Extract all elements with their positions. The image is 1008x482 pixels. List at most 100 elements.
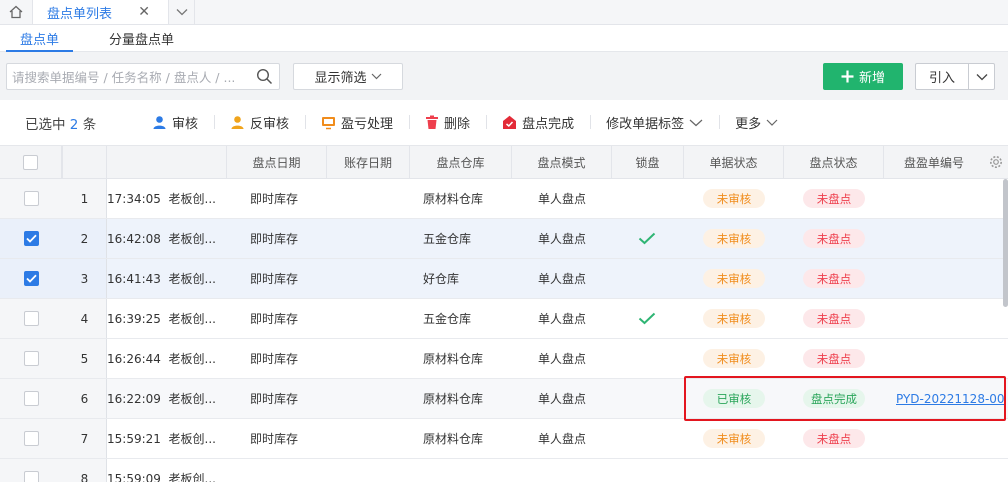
frozen-cells: 8 [0,459,107,482]
approve-button[interactable]: 审核 [136,113,214,132]
doc-status-cell: 已审核 [684,379,784,418]
row-mode: 单人盘点 [538,352,587,366]
import-button[interactable]: 引入 [915,63,995,90]
tab-dropdown-chevron-down-icon[interactable] [169,0,195,24]
house-check-icon [503,115,517,129]
profit-doc-link-cell: PYD-20221128-000 [896,379,1004,418]
row-check-cell [0,299,62,338]
col-header-mode[interactable]: 盘点模式 [512,146,612,178]
subtab-inventory-doc[interactable]: 盘点单 [5,25,74,52]
row-mode: 单人盘点 [538,312,587,326]
row-warehouse: 原材料仓库 [423,352,484,366]
frozen-cells: 5 [0,339,107,378]
row-inventory-date: 即时库存 [250,392,299,406]
import-label: 引入 [916,64,969,89]
search-input[interactable]: 请搜索单据编号 / 任务名称 / 盘点人 / ... [6,62,280,90]
complete-inventory-button[interactable]: 盘点完成 [486,113,590,132]
trash-icon [426,115,439,129]
profit-loss-button[interactable]: 盈亏处理 [305,113,409,132]
frozen-header [0,146,107,178]
selection-info: 已选中 2 条 [0,113,136,133]
row-checkbox[interactable] [23,231,39,246]
row-checkbox[interactable] [23,351,39,366]
row-time-creator: 16:39:25 老板创... [107,299,227,338]
unapprove-label: 反审核 [250,117,290,132]
row-time: 16:22:09 [107,391,161,406]
row-time-creator: 15:59:21 老板创... [107,419,227,458]
table-row[interactable]: 1 17:34:05 老板创... 即时库存 原材料仓库 单人盘点 未审核 未盘点 [0,179,1008,219]
row-checkbox[interactable] [23,311,39,326]
frozen-cells: 2 [0,219,107,258]
frozen-cells: 3 [0,259,107,298]
select-all-checkbox[interactable] [23,154,38,170]
profit-doc-link[interactable]: PYD-20221128-000 [896,392,1004,406]
delete-button[interactable]: 删除 [409,113,486,132]
row-time-creator: 16:26:44 老板创... [107,339,227,378]
col-header-inventory-status[interactable]: 盘点状态 [784,146,884,178]
col-header-warehouse[interactable]: 盘点仓库 [410,146,512,178]
table-row[interactable]: 5 16:26:44 老板创... 即时库存 原材料仓库 单人盘点 未审核 未盘点 [0,339,1008,379]
col-header-inventory-date[interactable]: 盘点日期 [227,146,327,178]
chevron-down-icon [371,73,381,79]
row-index: 1 [80,191,89,206]
table-body: 1 17:34:05 老板创... 即时库存 原材料仓库 单人盘点 未审核 未盘点 2 16:4… [0,179,1008,482]
col-header-profit-no[interactable]: 盘盈单编号 [884,146,984,178]
row-warehouse: 五金仓库 [423,232,472,246]
column-settings-gear-icon[interactable] [984,146,1008,178]
doc-status-badge: 未审核 [703,349,765,368]
user-reverse-icon [231,116,244,129]
inventory-status-badge: 未盘点 [803,269,865,288]
frozen-cells: 6 [0,379,107,418]
table-row[interactable]: 3 16:41:43 老板创... 即时库存 好仓库 单人盘点 未审核 未盘点 [0,259,1008,299]
inventory-status-badge: 未盘点 [803,349,865,368]
row-checkbox[interactable] [23,271,39,286]
doc-status-cell: 未审核 [684,179,784,218]
selected-suffix: 条 [82,116,97,133]
search-icon[interactable] [256,68,273,89]
col-header-lock[interactable]: 锁盘 [612,146,684,178]
doc-status-cell: 未审核 [684,339,784,378]
table-row[interactable]: 8 15:59:09 老板创... [0,459,1008,482]
lock-check-icon [638,219,656,258]
monitor-icon [322,117,336,130]
index-header [62,146,107,178]
row-time-creator: 16:41:43 老板创... [107,259,227,298]
unapprove-button[interactable]: 反审核 [214,113,305,132]
row-index: 8 [80,471,89,482]
row-index: 5 [80,351,89,366]
row-check-cell [0,419,62,458]
close-icon[interactable]: ✕ [138,4,150,20]
add-new-button[interactable]: 新增 [823,63,903,90]
row-checkbox[interactable] [23,431,39,446]
new-label: 新增 [858,71,885,86]
table-row[interactable]: 4 16:39:25 老板创... 即时库存 五金仓库 单人盘点 未审核 未盘点 [0,299,1008,339]
edit-tags-button[interactable]: 修改单据标签 [590,113,719,132]
tab-inventory-list[interactable]: 盘点单列表 ✕ [33,0,169,24]
row-warehouse: 原材料仓库 [423,192,484,206]
row-checkbox[interactable] [23,391,39,406]
doc-status-badge: 未审核 [703,229,765,248]
show-filter-button[interactable]: 显示筛选 [293,62,403,90]
col-header-book-date[interactable]: 账存日期 [327,146,410,178]
table-header: 盘点日期 账存日期 盘点仓库 盘点模式 锁盘 单据状态 盘点状态 盘盈单编号 [0,146,1008,179]
table-row[interactable]: 2 16:42:08 老板创... 即时库存 五金仓库 单人盘点 未审核 未盘点 [0,219,1008,259]
doc-status-cell: 未审核 [684,259,784,298]
row-checkbox[interactable] [23,191,39,206]
more-button[interactable]: 更多 [719,113,794,132]
user-icon [153,116,166,129]
row-checkbox[interactable] [23,471,39,482]
home-icon[interactable] [0,0,33,24]
row-mode: 单人盘点 [538,232,587,246]
row-inventory-date: 即时库存 [250,192,299,206]
row-index: 4 [80,311,89,326]
vertical-scrollbar[interactable] [1003,179,1008,307]
row-creator: 老板创... [168,232,216,246]
col-header-time [107,146,227,178]
doc-status-cell: 未审核 [684,219,784,258]
row-time-creator: 16:22:09 老板创... [107,379,227,418]
col-header-doc-status[interactable]: 单据状态 [684,146,784,178]
chevron-down-icon[interactable] [969,64,994,89]
subtab-weighted-inventory-doc[interactable]: 分量盘点单 [109,25,174,51]
table-row[interactable]: 6 16:22:09 老板创... 即时库存 原材料仓库 单人盘点 已审核 盘点完成 PYD-… [0,379,1008,419]
table-row[interactable]: 7 15:59:21 老板创... 即时库存 原材料仓库 单人盘点 未审核 未盘点 [0,419,1008,459]
